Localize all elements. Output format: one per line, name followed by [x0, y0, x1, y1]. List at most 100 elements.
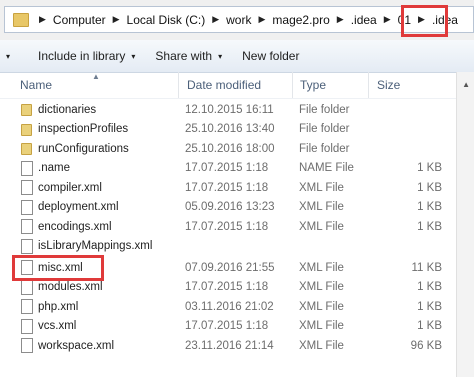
file-date: 17.07.2015 1:18 — [185, 162, 269, 175]
file-date: 17.07.2015 1:18 — [185, 181, 269, 194]
file-name: vcs.xml — [38, 320, 77, 333]
file-size: 11 KB — [411, 261, 442, 274]
breadcrumb-idea[interactable]: .idea — [347, 7, 381, 32]
share-with-label: Share with — [155, 49, 213, 63]
file-size: 1 KB — [417, 220, 442, 233]
folder-icon — [21, 123, 32, 136]
file-date: 03.11.2016 21:02 — [185, 300, 274, 313]
file-size: 1 KB — [417, 181, 442, 194]
column-size[interactable]: Size — [368, 72, 456, 98]
file-size: 1 KB — [417, 162, 442, 175]
file-name: isLibraryMappings.xml — [38, 240, 153, 253]
file-icon — [21, 180, 33, 195]
file-name: runConfigurations — [38, 142, 129, 155]
breadcrumb-work[interactable]: work — [222, 7, 255, 32]
file-type: XML File — [299, 261, 344, 274]
file-name: php.xml — [38, 300, 79, 313]
share-with-button[interactable]: Share with ▾ — [145, 40, 232, 72]
file-name: encodings.xml — [38, 220, 112, 233]
chevron-right-icon[interactable]: ▶ — [255, 14, 268, 25]
list-item[interactable]: runConfigurations 25.10.2016 18:00 File … — [0, 139, 474, 159]
file-type: XML File — [299, 320, 344, 333]
new-folder-label: New folder — [242, 49, 300, 63]
list-item[interactable]: vcs.xml 17.07.2015 1:18 XML File 1 KB — [0, 317, 474, 337]
file-type: XML File — [299, 281, 344, 294]
vertical-scrollbar[interactable] — [456, 72, 474, 377]
include-in-library-label: Include in library — [38, 49, 126, 63]
organize-button[interactable]: ▾ — [0, 40, 28, 72]
breadcrumb-local-disk[interactable]: Local Disk (C:) — [123, 7, 210, 32]
file-date: 17.07.2015 1:18 — [185, 220, 269, 233]
file-name: inspectionProfiles — [38, 123, 129, 136]
column-name-label: Name — [20, 78, 53, 92]
column-header: Name ▲ Date modified Type Size — [0, 72, 474, 99]
file-size: 1 KB — [417, 201, 442, 214]
folder-icon — [21, 104, 32, 116]
file-icon — [21, 199, 33, 215]
file-name: deployment.xml — [38, 201, 119, 214]
file-name: compiler.xml — [38, 181, 102, 194]
address-bar-area: ▶ Computer ▶ Local Disk (C:) ▶ work ▶ ma… — [0, 0, 474, 41]
file-date: 07.09.2016 21:55 — [185, 261, 275, 274]
file-date: 25.10.2016 18:00 — [185, 142, 275, 155]
list-item[interactable]: compiler.xml 17.07.2015 1:18 XML File 1 … — [0, 178, 474, 198]
list-item[interactable]: isLibraryMappings.xml — [0, 237, 474, 257]
column-type[interactable]: Type — [292, 72, 368, 98]
file-date: 23.11.2016 21:14 — [185, 339, 274, 352]
list-item[interactable]: php.xml 03.11.2016 21:02 XML File 1 KB — [0, 297, 474, 317]
file-size: 96 KB — [410, 339, 442, 352]
file-icon — [21, 338, 33, 353]
chevron-right-icon[interactable]: ▶ — [381, 14, 394, 25]
list-item[interactable]: workspace.xml 23.11.2016 21:14 XML File … — [0, 336, 474, 356]
file-icon — [21, 219, 33, 234]
list-item[interactable]: deployment.xml 05.09.2016 13:23 XML File… — [0, 198, 474, 218]
file-size: 1 KB — [417, 320, 442, 333]
list-item[interactable]: encodings.xml 17.07.2015 1:18 XML File 1… — [0, 217, 474, 237]
breadcrumb-computer[interactable]: Computer — [49, 7, 110, 32]
file-icon — [21, 279, 33, 295]
chevron-down-icon: ▾ — [218, 51, 223, 61]
file-type: File folder — [299, 123, 350, 136]
file-name: dictionaries — [38, 103, 97, 116]
column-size-label: Size — [377, 78, 401, 92]
command-bar: ▾ Include in library ▾ Share with ▾ New … — [0, 40, 474, 73]
file-type: File folder — [299, 103, 350, 116]
file-size: 1 KB — [417, 281, 442, 294]
list-item[interactable]: .name 17.07.2015 1:18 NAME File 1 KB — [0, 159, 474, 179]
chevron-right-icon[interactable]: ▶ — [110, 14, 123, 25]
chevron-down-icon: ▾ — [131, 51, 136, 61]
chevron-right-icon[interactable]: ▶ — [36, 14, 49, 25]
highlight-box-current-folder — [401, 5, 448, 37]
file-type: XML File — [299, 220, 344, 233]
chevron-right-icon[interactable]: ▶ — [334, 14, 347, 25]
file-name: .name — [38, 162, 70, 175]
folder-icon — [21, 143, 32, 155]
file-date: 05.09.2016 13:23 — [185, 201, 275, 214]
column-date-modified[interactable]: Date modified — [178, 72, 292, 98]
breadcrumb-mage2-pro[interactable]: mage2.pro — [268, 7, 333, 32]
chevron-right-icon[interactable]: ▶ — [209, 14, 222, 25]
file-icon — [21, 160, 33, 176]
file-date: 25.10.2016 13:40 — [185, 123, 275, 136]
file-icon — [21, 318, 33, 334]
chevron-down-icon: ▾ — [6, 51, 11, 61]
file-date: 17.07.2015 1:18 — [185, 320, 269, 333]
file-size: 1 KB — [417, 300, 442, 313]
file-type: File folder — [299, 142, 350, 155]
file-type: XML File — [299, 201, 344, 214]
column-type-label: Type — [300, 78, 327, 92]
sort-up-icon: ▲ — [92, 72, 100, 81]
file-name: workspace.xml — [38, 339, 115, 352]
file-date: 12.10.2015 16:11 — [185, 103, 274, 116]
root-folder-icon[interactable] — [5, 7, 36, 32]
file-type: NAME File — [299, 162, 354, 175]
list-item[interactable]: inspectionProfiles 25.10.2016 13:40 File… — [0, 120, 474, 140]
list-item[interactable]: dictionaries 12.10.2015 16:11 File folde… — [0, 100, 474, 120]
include-in-library-button[interactable]: Include in library ▾ — [28, 40, 145, 72]
column-name[interactable]: Name ▲ — [0, 72, 178, 98]
new-folder-button[interactable]: New folder — [232, 40, 309, 72]
scroll-up-arrow-icon[interactable]: ▲ — [462, 80, 470, 89]
highlight-box-misc-xml — [12, 255, 104, 281]
file-type: XML File — [299, 300, 344, 313]
column-date-label: Date modified — [187, 78, 262, 92]
